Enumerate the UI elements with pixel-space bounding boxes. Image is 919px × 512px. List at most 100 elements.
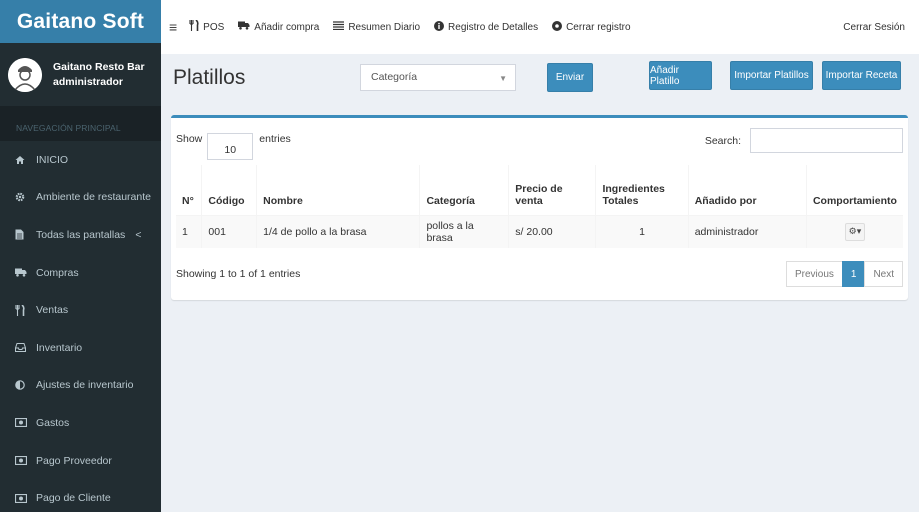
menu-toggle-icon[interactable]: ≡ bbox=[169, 19, 177, 35]
cutlery-icon bbox=[15, 304, 31, 316]
nav-close-register[interactable]: Cerrar registro bbox=[552, 0, 631, 54]
col-anadido[interactable]: Añadido por bbox=[688, 165, 807, 216]
logout-link[interactable]: Cerrar Sesión bbox=[843, 22, 905, 33]
col-ingredientes[interactable]: Ingredientes Totales bbox=[595, 165, 689, 216]
col-categoria[interactable]: Categoría bbox=[419, 165, 510, 216]
dishes-box: Show 10 entries Search: N° Código Nombre… bbox=[171, 115, 908, 300]
sidebar-item-pago-cliente[interactable]: Pago de Cliente bbox=[0, 479, 161, 512]
sidebar-item-compras[interactable]: Compras bbox=[0, 253, 161, 292]
nav-add-purchase[interactable]: Añadir compra bbox=[238, 0, 319, 54]
sidebar-item-label: Todas las pantallas bbox=[36, 228, 126, 241]
content-header: Platillos Categoría ▼ Enviar Añadir Plat… bbox=[161, 54, 919, 102]
category-select-value: Categoría bbox=[371, 71, 418, 83]
sidebar-item-label: Ajustes de inventario bbox=[36, 379, 134, 392]
truck-icon bbox=[15, 268, 31, 277]
cell-anadido: administrador bbox=[688, 215, 807, 248]
money-icon bbox=[15, 493, 31, 503]
nav-daily-summary[interactable]: Resumen Diario bbox=[333, 0, 420, 54]
col-comportamiento[interactable]: Comportamiento bbox=[806, 165, 903, 216]
import-recipe-button[interactable]: Importar Receta bbox=[822, 61, 901, 90]
col-nombre[interactable]: Nombre bbox=[256, 165, 421, 216]
gear-icon bbox=[15, 192, 31, 202]
sidebar-item-gastos[interactable]: Gastos bbox=[0, 404, 161, 442]
info-icon bbox=[434, 20, 445, 34]
col-codigo[interactable]: Código bbox=[201, 165, 258, 216]
sidebar-item-ventas[interactable]: Ventas bbox=[0, 291, 161, 329]
adjust-icon bbox=[15, 380, 31, 391]
gear-icon: ⚙ bbox=[848, 226, 857, 237]
cell-ingredientes: 1 bbox=[595, 215, 689, 248]
cell-precio: s/ 20.00 bbox=[508, 215, 597, 248]
cell-nombre: 1/4 de pollo a la brasa bbox=[256, 215, 421, 248]
show-label: Show bbox=[176, 133, 203, 145]
add-dish-button[interactable]: Añadir Platillo bbox=[649, 61, 712, 90]
page-title: Platillos bbox=[173, 66, 246, 89]
sidebar-item-pago-proveedor[interactable]: Pago Proveedor bbox=[0, 441, 161, 480]
nav-header: NAVEGACIÓN PRINCIPAL bbox=[0, 107, 161, 141]
sidebar-item-ajustes[interactable]: Ajustes de inventario bbox=[0, 366, 161, 405]
inbox-icon bbox=[15, 343, 31, 353]
main-content: Platillos Categoría ▼ Enviar Añadir Plat… bbox=[161, 54, 919, 512]
length-control: Show 10 entries bbox=[176, 133, 291, 160]
list-icon bbox=[333, 21, 345, 33]
brand-logo[interactable]: Gaitano Soft bbox=[0, 0, 161, 43]
sidebar-item-label: INICIO bbox=[36, 153, 69, 166]
user-panel: Gaitano Resto Bar administrador bbox=[0, 43, 161, 107]
search-input[interactable] bbox=[750, 128, 903, 153]
category-select[interactable]: Categoría ▼ bbox=[360, 64, 516, 91]
truck-icon bbox=[238, 21, 250, 33]
search-label: Search: bbox=[704, 134, 741, 147]
user-role: administrador bbox=[53, 75, 124, 88]
import-dishes-button[interactable]: Importar Platillos bbox=[730, 61, 813, 90]
row-actions-button[interactable]: ⚙ ▾ bbox=[844, 222, 865, 241]
nav-pos[interactable]: POS bbox=[189, 0, 224, 54]
sidebar-item-label: Pago Proveedor bbox=[36, 454, 112, 467]
sidebar-item-label: Inventario bbox=[36, 341, 83, 354]
sidebar: Gaitano Soft Gaitano Resto Bar administr… bbox=[0, 0, 161, 512]
cell-n: 1 bbox=[176, 215, 203, 248]
table-header-row: N° Código Nombre Categoría Precio de ven… bbox=[176, 165, 903, 216]
next-button[interactable]: Next bbox=[864, 261, 903, 287]
page-1-button[interactable]: 1 bbox=[841, 261, 866, 287]
home-icon bbox=[15, 155, 31, 165]
sidebar-item-label: Gastos bbox=[36, 416, 70, 429]
sidebar-item-label: Pago de Cliente bbox=[36, 492, 111, 505]
cell-codigo: 001 bbox=[201, 215, 258, 248]
cell-actions: ⚙ ▾ bbox=[806, 215, 903, 248]
nav-close-register-label: Cerrar registro bbox=[566, 21, 631, 33]
nav-detail-log[interactable]: Registro de Detalles bbox=[434, 0, 538, 54]
dishes-table: N° Código Nombre Categoría Precio de ven… bbox=[176, 165, 903, 248]
pagination: Previous 1 Next bbox=[785, 261, 903, 287]
caret-down-icon: ▾ bbox=[856, 226, 862, 237]
file-icon bbox=[15, 229, 31, 240]
chevron-left-icon: < bbox=[135, 228, 142, 241]
sidebar-item-inicio[interactable]: INICIO bbox=[0, 141, 161, 179]
previous-button[interactable]: Previous bbox=[785, 261, 843, 287]
table-row: 1 001 1/4 de pollo a la brasa pollos a l… bbox=[176, 215, 903, 248]
money-icon bbox=[15, 456, 31, 466]
chevron-down-icon: ▼ bbox=[499, 74, 507, 83]
sidebar-item-label: Ambiente de restaurante bbox=[36, 191, 151, 204]
nav-pos-label: POS bbox=[203, 21, 225, 33]
submit-button[interactable]: Enviar bbox=[547, 63, 593, 92]
user-name: Gaitano Resto Bar bbox=[53, 60, 145, 73]
nav-daily-summary-label: Resumen Diario bbox=[348, 21, 421, 33]
cell-categoria: pollos a la brasa bbox=[419, 215, 510, 248]
sidebar-item-label: Ventas bbox=[36, 304, 69, 317]
search-control: Search: bbox=[705, 128, 903, 153]
cutlery-icon bbox=[189, 19, 199, 34]
nav-add-purchase-label: Añadir compra bbox=[254, 21, 320, 33]
money-icon bbox=[15, 418, 31, 428]
sidebar-item-pantallas[interactable]: Todas las pantallas < bbox=[0, 216, 161, 254]
sidebar-item-label: Compras bbox=[36, 266, 79, 279]
page-length-select[interactable]: 10 bbox=[207, 133, 254, 160]
sidebar-item-inventario[interactable]: Inventario bbox=[0, 328, 161, 367]
top-navbar: ≡ POS Añadir compra Resumen Diario Regis… bbox=[161, 0, 919, 54]
table-info: Showing 1 to 1 of 1 entries bbox=[176, 268, 301, 280]
col-precio[interactable]: Precio de venta bbox=[508, 165, 597, 216]
avatar bbox=[8, 57, 42, 92]
nav-detail-log-label: Registro de Detalles bbox=[448, 21, 539, 33]
col-n[interactable]: N° bbox=[176, 165, 203, 216]
entries-label: entries bbox=[259, 133, 291, 145]
sidebar-item-ambiente[interactable]: Ambiente de restaurante bbox=[0, 178, 161, 217]
